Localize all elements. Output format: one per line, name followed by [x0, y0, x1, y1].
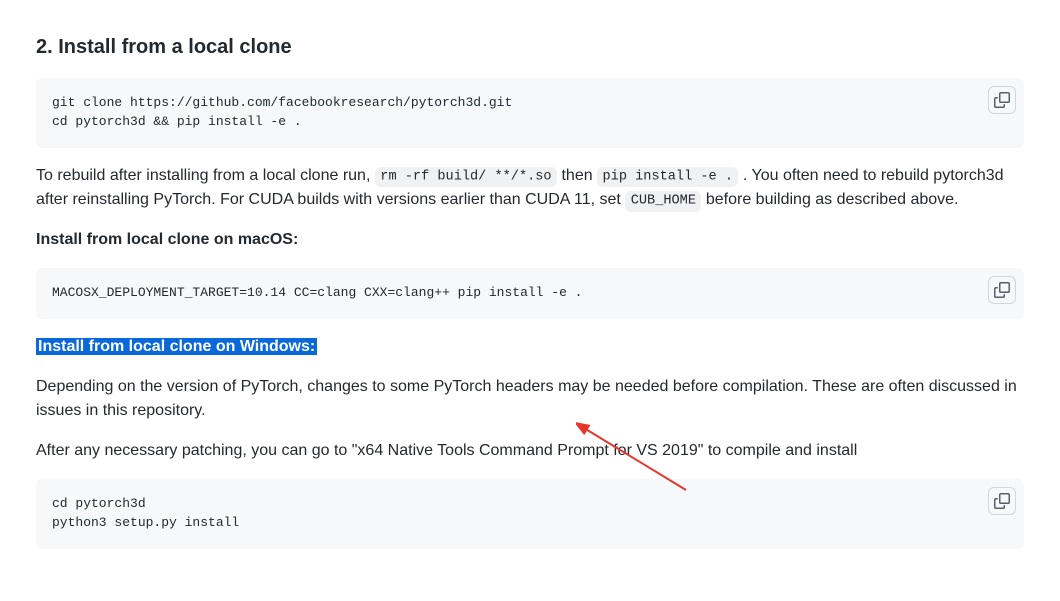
- inline-code: pip install -e .: [597, 167, 738, 187]
- copy-button[interactable]: [988, 276, 1016, 304]
- windows-subtitle: Install from local clone on Windows:: [36, 335, 1024, 359]
- text-span: before building as described above.: [701, 191, 958, 208]
- code-content: git clone https://github.com/facebookres…: [52, 94, 1008, 132]
- code-block-macos: MACOSX_DEPLOYMENT_TARGET=10.14 CC=clang …: [36, 268, 1024, 319]
- text-span: To rebuild after installing from a local…: [36, 167, 375, 184]
- macos-subtitle: Install from local clone on macOS:: [36, 228, 1024, 252]
- code-content: cd pytorch3d python3 setup.py install: [52, 495, 1008, 533]
- copy-icon: [994, 92, 1010, 108]
- section-heading: 2. Install from a local clone: [36, 32, 1024, 62]
- copy-icon: [994, 282, 1010, 298]
- code-block-git: git clone https://github.com/facebookres…: [36, 78, 1024, 148]
- text-span: then: [557, 167, 597, 184]
- copy-button[interactable]: [988, 86, 1016, 114]
- rebuild-paragraph: To rebuild after installing from a local…: [36, 164, 1024, 213]
- windows-paragraph-2: After any necessary patching, you can go…: [36, 439, 1024, 463]
- code-content: MACOSX_DEPLOYMENT_TARGET=10.14 CC=clang …: [52, 284, 1008, 303]
- inline-code: CUB_HOME: [625, 191, 701, 211]
- highlighted-text: Install from local clone on Windows:: [36, 338, 317, 355]
- copy-icon: [994, 493, 1010, 509]
- code-block-windows: cd pytorch3d python3 setup.py install: [36, 479, 1024, 549]
- windows-paragraph-1: Depending on the version of PyTorch, cha…: [36, 375, 1024, 423]
- copy-button[interactable]: [988, 487, 1016, 515]
- inline-code: rm -rf build/ **/*.so: [375, 167, 557, 187]
